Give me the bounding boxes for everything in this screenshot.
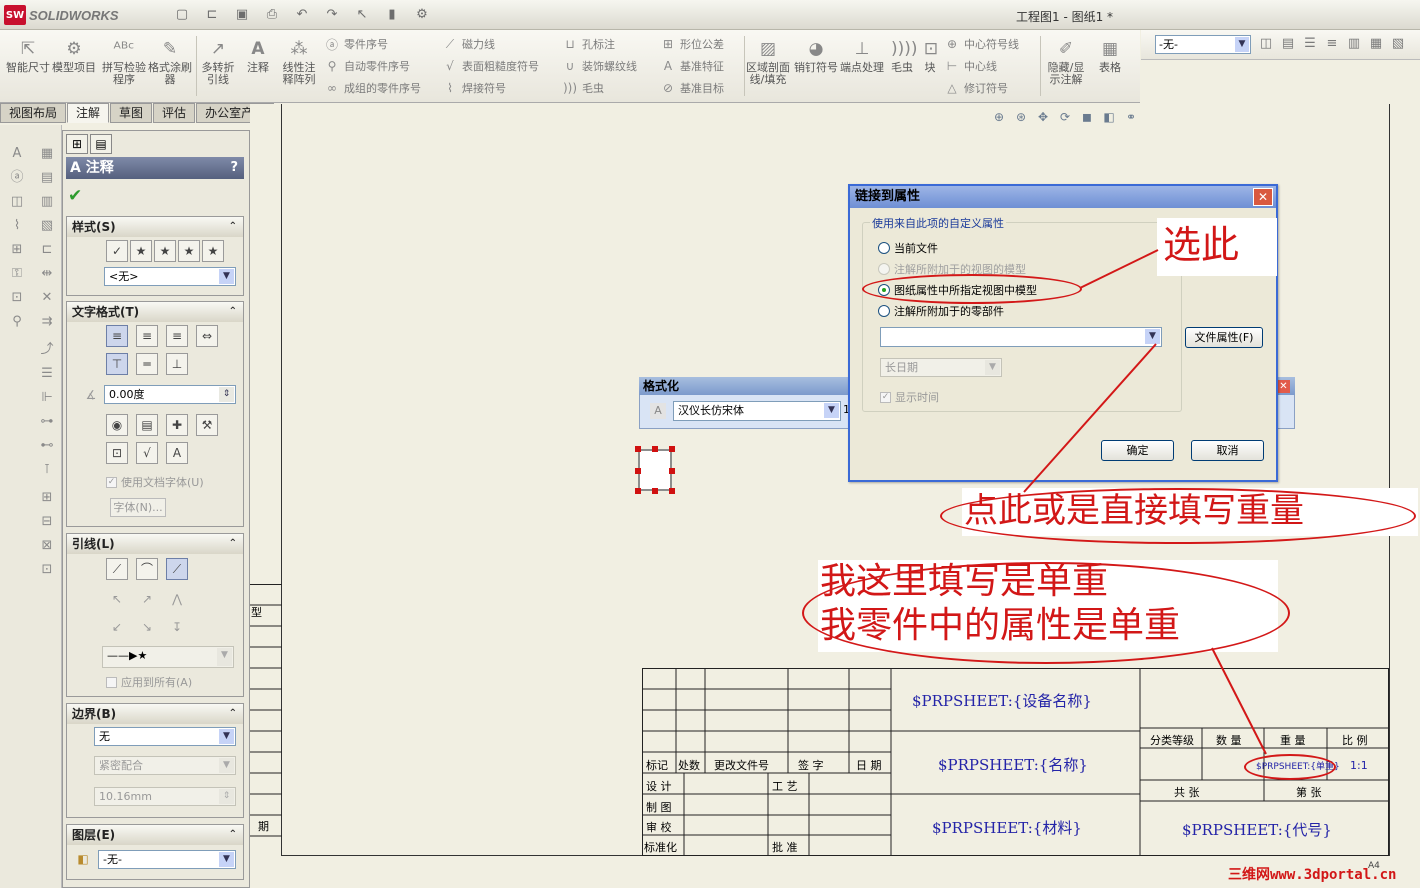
leader-line	[1079, 249, 1159, 289]
callout-leader-lines	[1023, 249, 1267, 755]
leader-line	[1023, 343, 1157, 493]
watermark: 三维网www.3dportal.cn	[1228, 867, 1397, 883]
leader-line	[1211, 647, 1267, 755]
